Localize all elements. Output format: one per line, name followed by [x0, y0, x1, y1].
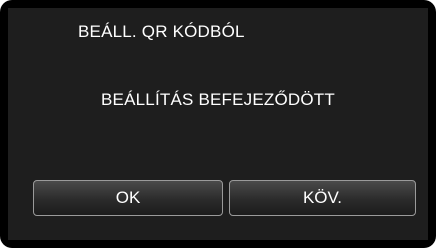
ok-button[interactable]: OK — [33, 180, 223, 216]
next-button-label: KÖV. — [302, 188, 343, 207]
ok-button-label: OK — [115, 188, 141, 207]
next-button[interactable]: KÖV. — [229, 180, 416, 216]
camera-screen: BEÁLL. QR KÓDBÓL BEÁLLÍTÁS BEFEJEZŐDÖTT … — [0, 0, 436, 248]
dialog-title: BEÁLL. QR KÓDBÓL — [78, 22, 245, 41]
status-message: BEÁLLÍTÁS BEFEJEZŐDÖTT — [101, 90, 335, 109]
